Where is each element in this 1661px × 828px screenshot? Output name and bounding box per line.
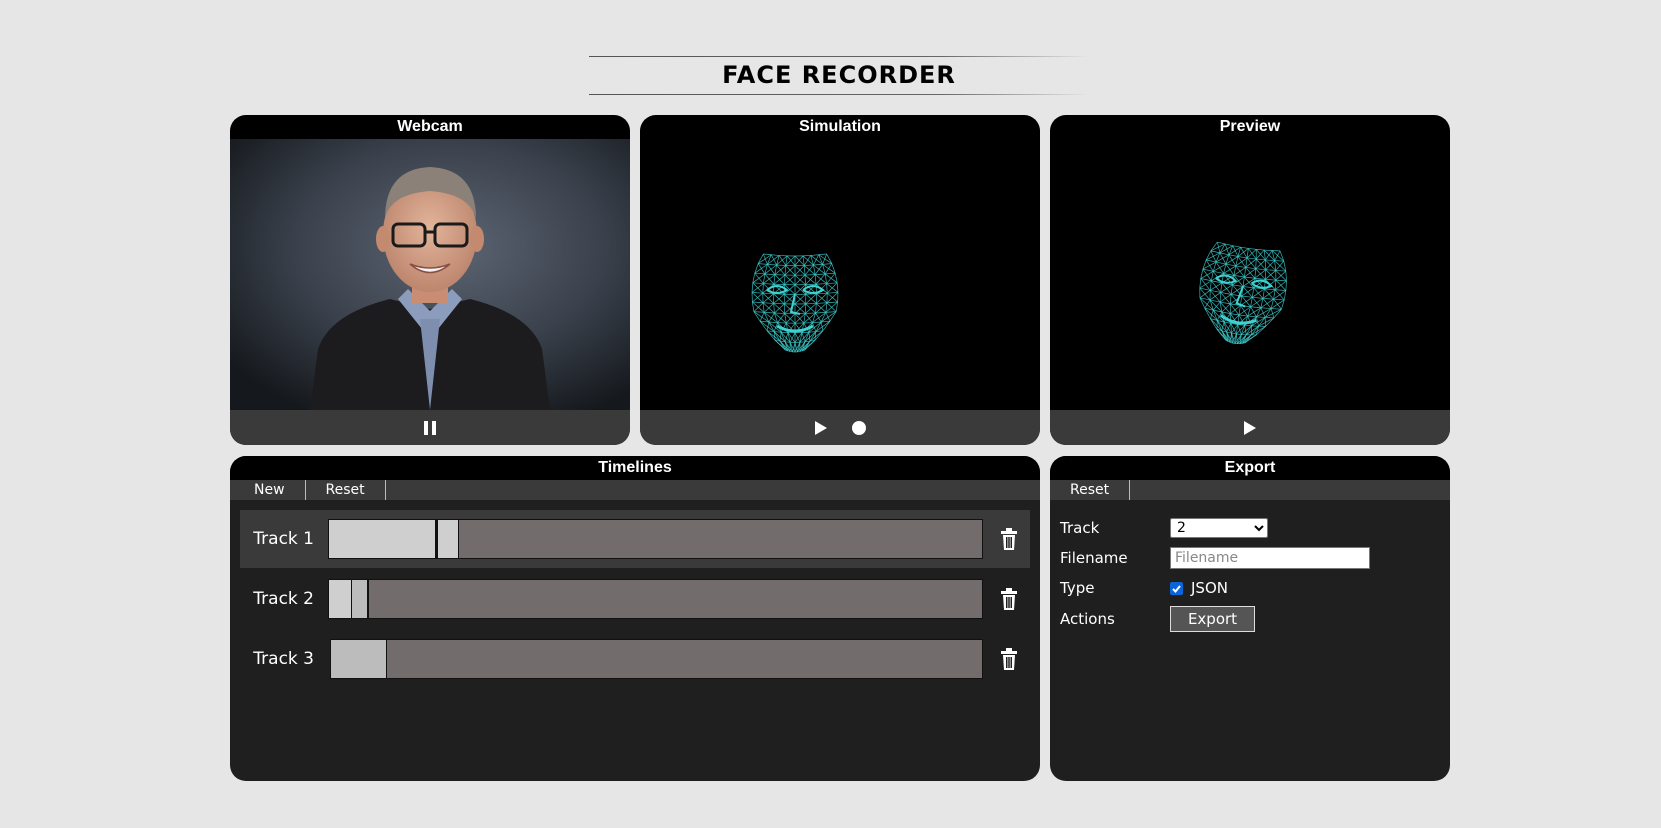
export-toolbar: Reset xyxy=(1050,480,1450,500)
track-row[interactable]: Track 2 xyxy=(240,570,1030,628)
track-segment[interactable] xyxy=(352,580,367,618)
export-actions-row: Actions Export xyxy=(1060,604,1440,634)
webcam-frame xyxy=(230,139,630,410)
export-button[interactable]: Export xyxy=(1170,606,1255,632)
track-select[interactable]: 2 xyxy=(1170,518,1268,538)
filename-input[interactable] xyxy=(1170,547,1370,569)
simulation-canvas xyxy=(640,139,1040,410)
track-bar[interactable] xyxy=(328,519,983,559)
preview-title: Preview xyxy=(1219,118,1281,135)
export-filename-row: Filename xyxy=(1060,546,1440,570)
reset-timelines-button[interactable]: Reset xyxy=(306,480,386,500)
track-bar[interactable] xyxy=(328,579,983,619)
app-header: FACE RECORDER xyxy=(589,56,1089,96)
webcam-panel: Webcam xyxy=(230,115,630,445)
preview-canvas xyxy=(1050,139,1450,410)
json-checkbox-label: JSON xyxy=(1191,579,1228,597)
timelines-toolbar: New Reset xyxy=(230,480,1040,500)
export-panel: Export Reset Track 2 Filename Type JSON … xyxy=(1050,456,1450,781)
reset-export-button[interactable]: Reset xyxy=(1050,480,1131,500)
trash-icon[interactable] xyxy=(1000,648,1018,670)
header-rule-top xyxy=(589,56,1089,57)
record-icon[interactable] xyxy=(849,418,869,438)
timelines-panel: Timelines New Reset Track 1 Track 2 Trac… xyxy=(230,456,1040,781)
track-bar[interactable] xyxy=(330,639,983,679)
play-icon[interactable] xyxy=(811,418,831,438)
track-label: Track 2 xyxy=(253,589,314,609)
trash-icon[interactable] xyxy=(1000,588,1018,610)
pause-icon[interactable] xyxy=(420,418,440,438)
export-type-row: Type JSON xyxy=(1060,576,1440,600)
track-label: Track 3 xyxy=(253,649,314,669)
track-marker[interactable] xyxy=(367,580,369,618)
play-icon[interactable] xyxy=(1240,418,1260,438)
type-field-label: Type xyxy=(1060,579,1095,597)
json-checkbox[interactable] xyxy=(1170,581,1183,595)
actions-field-label: Actions xyxy=(1060,610,1115,628)
preview-panel: Preview xyxy=(1050,115,1450,445)
webcam-controls xyxy=(230,410,630,445)
app-title: FACE RECORDER xyxy=(722,61,956,89)
new-track-button[interactable]: New xyxy=(230,480,306,500)
track-segment[interactable] xyxy=(438,520,458,558)
simulation-title: Simulation xyxy=(799,118,881,135)
track-field-label: Track xyxy=(1060,519,1100,537)
track-label: Track 1 xyxy=(253,529,314,549)
header-rule-bottom xyxy=(589,94,1089,95)
preview-controls xyxy=(1050,410,1450,445)
track-marker[interactable] xyxy=(386,640,387,678)
track-marker[interactable] xyxy=(458,520,459,558)
webcam-title: Webcam xyxy=(397,118,463,135)
track-segment[interactable] xyxy=(331,640,386,678)
track-segment[interactable] xyxy=(329,520,435,558)
simulation-panel: Simulation xyxy=(640,115,1040,445)
track-row[interactable]: Track 3 xyxy=(240,630,1030,688)
filename-field-label: Filename xyxy=(1060,549,1128,567)
trash-icon[interactable] xyxy=(1000,528,1018,550)
webcam-video xyxy=(230,139,630,410)
simulation-controls xyxy=(640,410,1040,445)
face-mesh-preview xyxy=(1199,241,1287,345)
timelines-title: Timelines xyxy=(230,456,1040,480)
face-mesh-simulation xyxy=(751,253,839,353)
export-title: Export xyxy=(1050,456,1450,480)
track-segment[interactable] xyxy=(329,580,351,618)
track-row[interactable]: Track 1 xyxy=(240,510,1030,568)
export-track-row: Track 2 xyxy=(1060,516,1440,540)
